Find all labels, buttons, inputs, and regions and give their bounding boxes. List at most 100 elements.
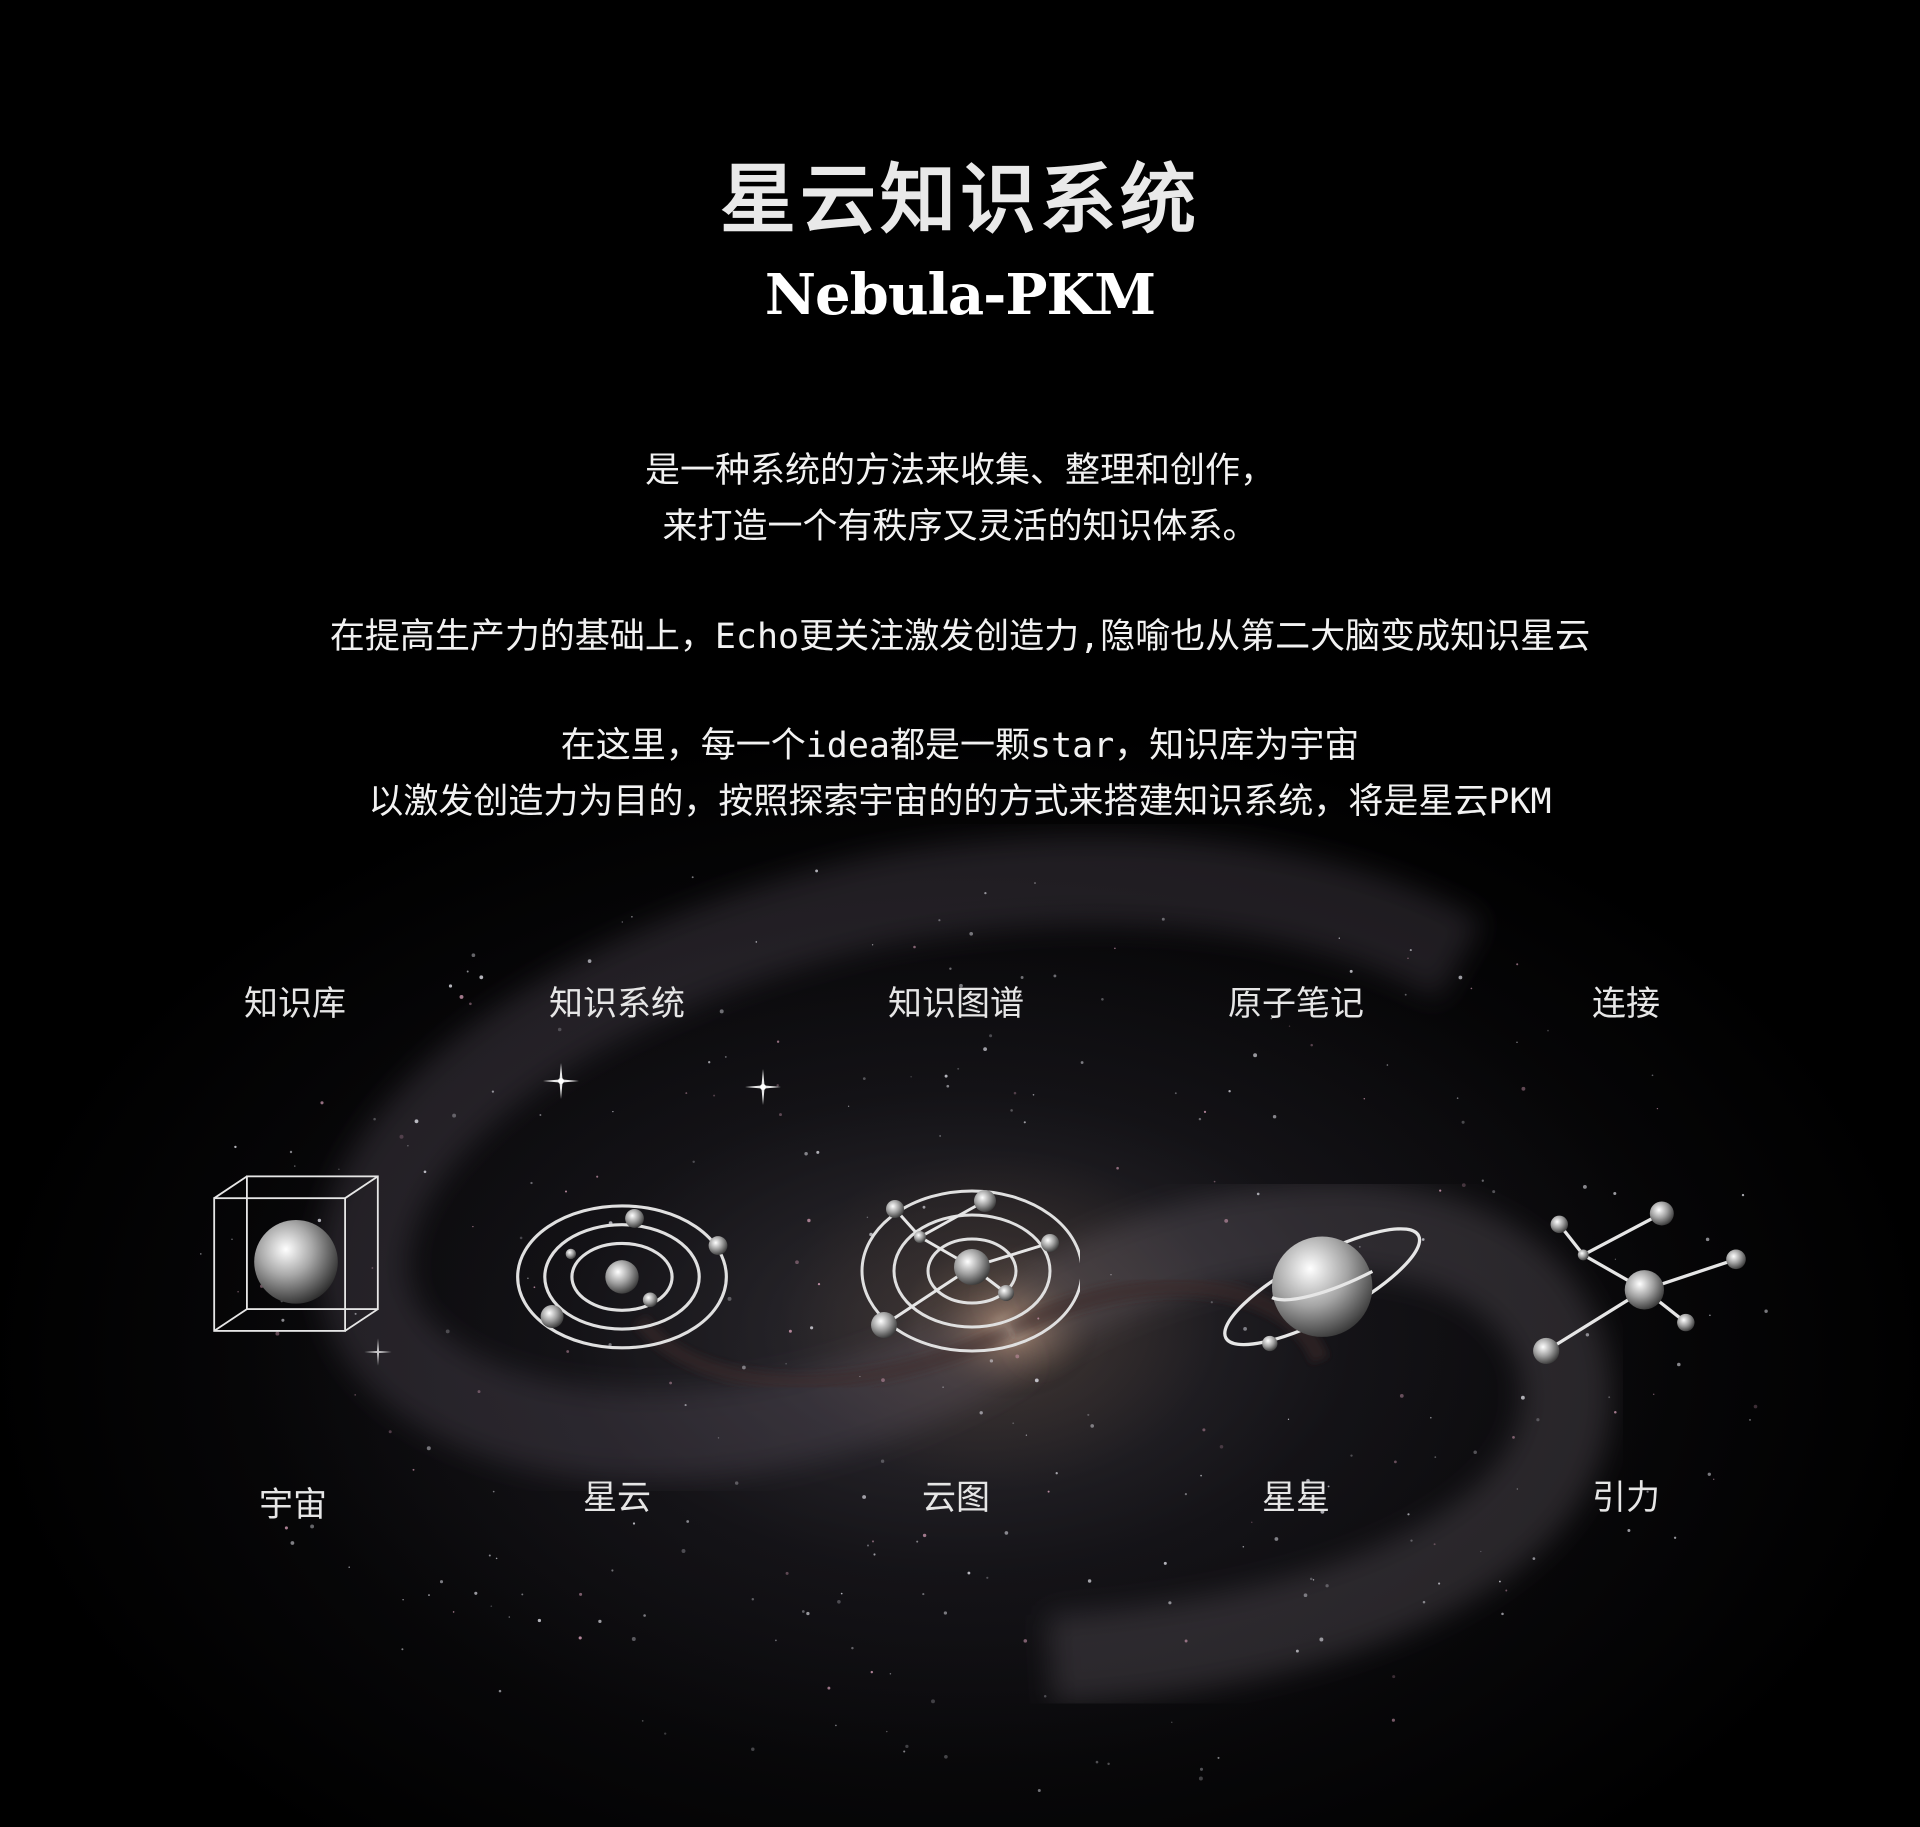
background-star [751, 1598, 755, 1601]
background-star [686, 1520, 690, 1523]
background-star [1080, 1061, 1084, 1064]
background-star [903, 1750, 906, 1753]
background-star [348, 1566, 350, 1568]
background-star [1325, 1584, 1329, 1588]
background-star [905, 1744, 909, 1749]
background-star [775, 1639, 777, 1642]
background-star [944, 1074, 948, 1078]
background-star [1288, 1025, 1291, 1027]
concept-label: 原子笔记 [1228, 984, 1364, 1024]
description-paragraph-2: 在提高生产力的基础上，Echo更关注激发创造力,隐喻也从第二大脑变成知识星云 [0, 609, 1920, 665]
background-star [1433, 1543, 1436, 1546]
background-star [1168, 1601, 1172, 1605]
background-star [1312, 1579, 1315, 1581]
background-star [827, 1686, 831, 1690]
background-star [684, 1404, 687, 1407]
background-star [1430, 1416, 1432, 1419]
background-star [1532, 1557, 1536, 1560]
background-star [388, 1430, 392, 1434]
background-star [949, 967, 952, 970]
background-star [681, 1549, 686, 1553]
background-star [910, 1076, 912, 1078]
background-star [1438, 1582, 1441, 1585]
concept-label: 连接 [1592, 984, 1660, 1024]
background-star [641, 1720, 644, 1722]
background-star [1608, 1396, 1611, 1399]
background-star [816, 1150, 820, 1154]
background-star [1409, 949, 1412, 952]
background-star [373, 1117, 376, 1121]
background-star [717, 1437, 720, 1439]
twinkle-star-icon [543, 1063, 579, 1099]
background-star [939, 1135, 941, 1137]
background-star [1753, 1404, 1758, 1409]
background-star [967, 1571, 971, 1575]
background-star [1198, 1776, 1203, 1781]
description-paragraph-3: 在这里，每一个idea都是一颗star，知识库为宇宙 以激发创造力为目的，按照探… [0, 718, 1920, 830]
background-star [664, 1732, 667, 1735]
background-star [1470, 987, 1473, 990]
background-star [1310, 1043, 1313, 1047]
background-star [508, 1616, 511, 1618]
background-star [1319, 1637, 1324, 1642]
background-star [979, 1411, 983, 1415]
background-star [913, 945, 916, 949]
background-star [445, 1329, 450, 1334]
background-star [1410, 1539, 1413, 1542]
background-star [1184, 1639, 1188, 1643]
background-star [1520, 1395, 1525, 1400]
background-star [873, 1553, 876, 1556]
background-star [795, 1260, 799, 1265]
background-star [1116, 1166, 1119, 1170]
description-line: 是一种系统的方法来收集、整理和创作， [644, 451, 1275, 491]
metaphor-label: 星星 [1262, 1478, 1330, 1518]
background-star [1516, 963, 1519, 966]
background-star [289, 1150, 293, 1154]
background-star [1521, 1086, 1526, 1091]
background-star [1213, 1180, 1216, 1183]
cube-planet-icon [213, 1175, 379, 1332]
background-star [1114, 947, 1116, 950]
background-star [1010, 1109, 1013, 1112]
background-star [1673, 1536, 1677, 1539]
ringed-planet-icon [1223, 1227, 1422, 1352]
background-star [557, 1027, 562, 1032]
concept-label: 知识系统 [549, 984, 685, 1024]
background-star [943, 1611, 948, 1615]
background-star [428, 1594, 430, 1597]
background-star [1090, 1424, 1095, 1428]
background-star [837, 1600, 841, 1604]
background-star [866, 1544, 870, 1547]
background-star [931, 1699, 935, 1704]
background-star [801, 1610, 805, 1613]
background-star [1303, 1593, 1308, 1598]
background-star [742, 1365, 746, 1370]
background-star [596, 1175, 599, 1178]
background-star [1392, 1675, 1396, 1679]
background-star [669, 1381, 672, 1385]
background-star [459, 994, 464, 999]
background-star [1512, 1436, 1515, 1439]
background-star [1473, 1450, 1477, 1455]
star-map-icon [860, 1189, 1080, 1353]
background-star [1023, 1121, 1026, 1124]
background-star [1171, 1721, 1173, 1723]
background-star [1087, 1413, 1090, 1416]
background-star [643, 1614, 646, 1617]
background-star [1656, 1107, 1659, 1110]
background-star [1101, 998, 1104, 1001]
background-star [477, 1390, 481, 1394]
background-star [1174, 1092, 1177, 1095]
background-star [1272, 1114, 1277, 1119]
description-line: 以激发创造力为目的，按照探索宇宙的的方式来搭建知识系统，将是星云PKM [368, 782, 1552, 822]
metaphor-label: 引力 [1592, 1478, 1660, 1518]
background-star [1456, 1097, 1459, 1099]
background-star [922, 1533, 927, 1538]
background-star [692, 1160, 695, 1164]
background-star [851, 1646, 854, 1650]
background-star [488, 1554, 491, 1557]
background-star [1422, 1600, 1426, 1604]
background-star [490, 1605, 493, 1608]
background-star [1536, 1418, 1540, 1422]
background-star [1203, 1110, 1207, 1113]
